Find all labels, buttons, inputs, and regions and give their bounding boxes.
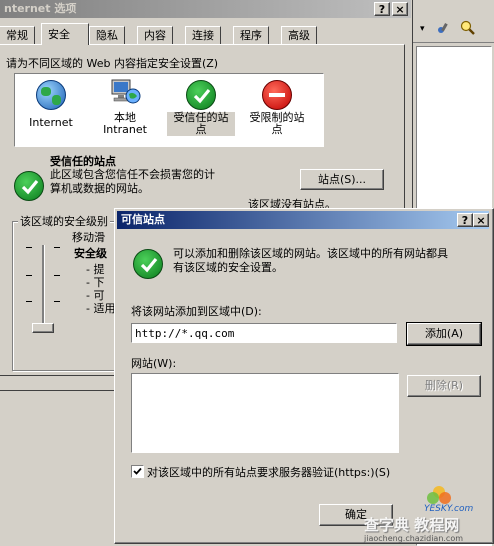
zone-info-check-icon: [14, 171, 44, 201]
add-button[interactable]: 添加(A): [406, 322, 482, 346]
slider-thumb[interactable]: [32, 323, 54, 333]
zone-info-title: 受信任的站点: [50, 155, 116, 168]
add-site-label: 将该网站添加到区域中(D):: [131, 305, 262, 318]
close-icon: ×: [476, 214, 486, 227]
search-icon[interactable]: [460, 20, 476, 36]
dialog-help-button[interactable]: ?: [457, 213, 473, 227]
sites-listbox[interactable]: [131, 373, 399, 453]
add-site-input[interactable]: [131, 323, 397, 343]
zone-label: 受限制的站 点: [249, 111, 305, 136]
tab-label: 安全: [48, 28, 70, 41]
https-checkbox-label: 对该区域中的所有站点要求服务器验证(https:)(S): [147, 466, 391, 479]
close-button[interactable]: ×: [392, 2, 408, 16]
watermark-url: jiaocheng.chazidian.com: [364, 534, 464, 543]
security-slider[interactable]: [26, 241, 66, 337]
tab-label: 连接: [192, 29, 214, 42]
tab-general[interactable]: 常规: [0, 26, 35, 44]
zone-instruction: 请为不同区域的 Web 内容指定安全设置(Z): [6, 57, 219, 70]
https-checkbox[interactable]: [131, 465, 144, 478]
zone-label: Internet: [29, 116, 73, 129]
dialog-check-icon: [133, 249, 163, 279]
tab-security[interactable]: 安全: [41, 23, 89, 45]
dialog-title: 可信站点: [121, 213, 165, 226]
watermark: YESKY.com 查字典 教程网 jiaocheng.chazidian.co…: [364, 484, 494, 544]
close-icon: ×: [395, 3, 405, 16]
zone-internet[interactable]: Internet: [19, 78, 83, 140]
zone-label-selected: 受信任的站 点: [167, 112, 235, 136]
tab-label: 内容: [144, 29, 166, 42]
no-entry-icon: [262, 80, 292, 110]
help-icon: ?: [461, 214, 469, 227]
tab-label: 常规: [6, 29, 28, 42]
move-slider-text: 移动滑: [72, 231, 105, 244]
watermark-yesky: YESKY.com: [424, 504, 474, 514]
zone-info-description: 此区域包含您信任不会损害您的计 算机或数据的网站。: [50, 168, 215, 195]
tab-privacy[interactable]: 隐私: [89, 26, 125, 44]
tab-advanced[interactable]: 高级: [281, 26, 317, 44]
slider-tick: [26, 275, 32, 276]
dialog-close-button[interactable]: ×: [473, 213, 489, 227]
tab-connections[interactable]: 连接: [185, 26, 221, 44]
toolbar-dropdown-icon[interactable]: ▾: [420, 24, 425, 34]
delete-button[interactable]: 删除(R): [407, 375, 481, 397]
security-level-title: 安全级: [74, 247, 107, 260]
globe-icon: [36, 80, 66, 110]
zone-trusted-sites[interactable]: 受信任的站 点: [165, 78, 237, 140]
slider-tick: [54, 247, 60, 248]
tab-content[interactable]: 内容: [137, 26, 173, 44]
security-level-group-label: 该区域的安全级别: [18, 213, 110, 229]
zone-list[interactable]: Internet 本地 Intranet 受信任的站 点 受限制的站 点: [14, 73, 324, 147]
slider-tick: [26, 301, 32, 302]
zone-label: 本地 Intranet: [103, 111, 147, 136]
checkmark-icon: [133, 467, 142, 475]
sites-list-label: 网站(W):: [131, 357, 177, 370]
watermark-site-name: 查字典 教程网: [364, 516, 460, 534]
zone-restricted-sites[interactable]: 受限制的站 点: [241, 78, 313, 140]
browser-toolbar: ▾: [412, 16, 494, 43]
check-icon: [186, 80, 216, 110]
internet-options-titlebar: nternet 选项: [0, 0, 411, 18]
tools-icon[interactable]: [436, 21, 450, 35]
slider-tick: [54, 275, 60, 276]
tab-label: 隐私: [96, 29, 118, 42]
tab-label: 高级: [288, 29, 310, 42]
tab-programs[interactable]: 程序: [233, 26, 269, 44]
window-title: nternet 选项: [4, 2, 77, 15]
security-list-item: - 适用: [86, 302, 116, 315]
help-icon: ?: [378, 3, 386, 16]
dialog-description: 可以添加和删除该区域的网站。该区域中的所有网站都具 有该区域的安全设置。: [173, 247, 448, 274]
intranet-icon: [110, 78, 142, 110]
help-button[interactable]: ?: [374, 2, 390, 16]
trusted-sites-titlebar: 可信站点: [117, 211, 489, 229]
slider-tick: [26, 247, 32, 248]
sites-button[interactable]: 站点(S)...: [300, 169, 384, 190]
tab-label: 程序: [240, 29, 262, 42]
zone-local-intranet[interactable]: 本地 Intranet: [93, 78, 157, 140]
slider-tick: [54, 301, 60, 302]
